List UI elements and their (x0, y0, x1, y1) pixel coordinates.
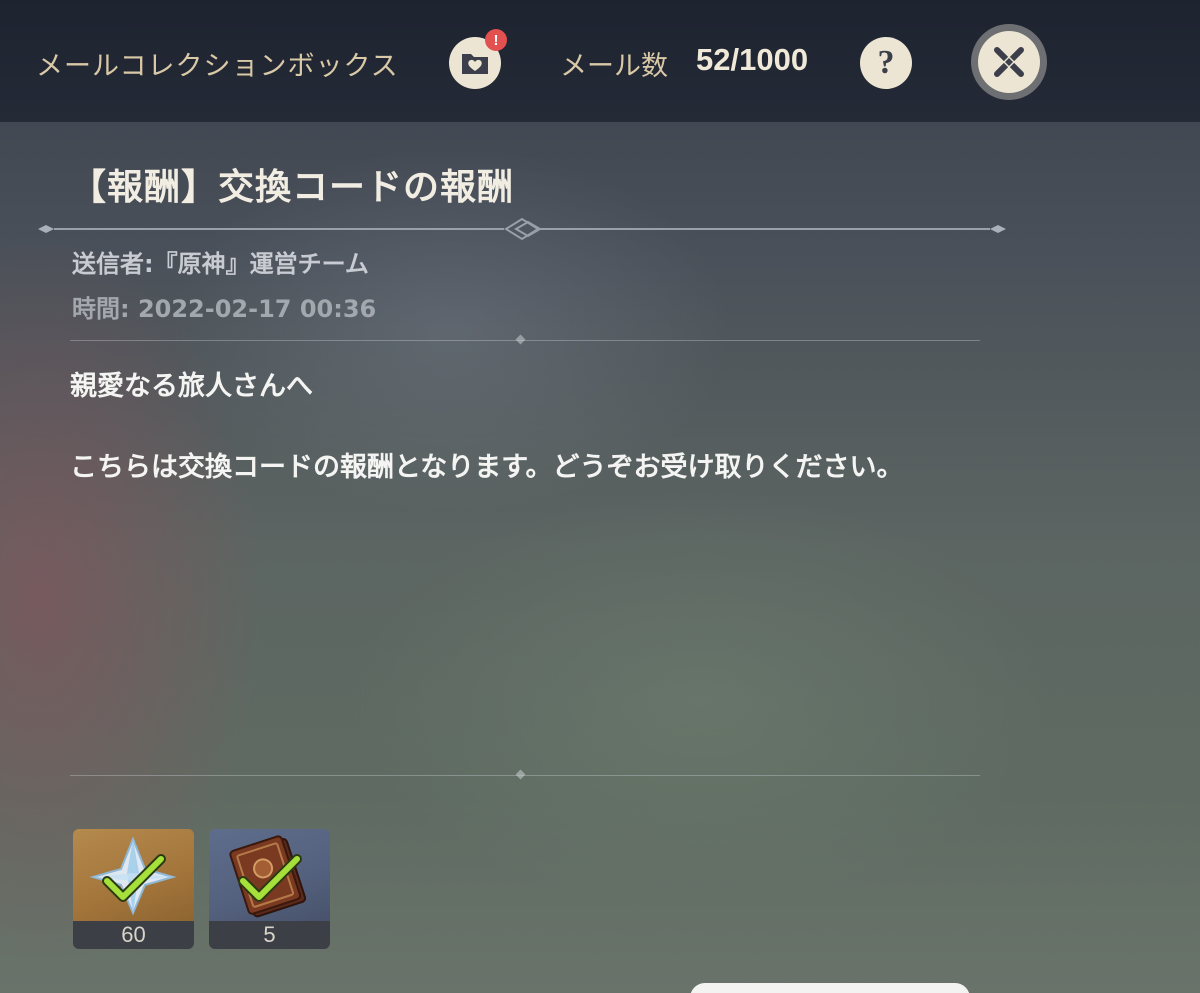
divider-diamond (515, 769, 526, 780)
reward-item-primogem[interactable]: 60 (73, 829, 194, 949)
mail-count-value: 52/1000 (696, 42, 809, 77)
question-icon: ? (877, 44, 895, 81)
reward-count: 60 (73, 921, 194, 949)
top-bar: メールコレクションボックス ! メール数 52/1000 ? (0, 0, 1200, 122)
primogem-icon (89, 836, 177, 916)
mail-collection-title: メールコレクションボックス (36, 51, 399, 82)
header-divider (70, 340, 980, 341)
close-icon (994, 47, 1024, 77)
folder-heart-icon (462, 54, 488, 74)
collection-box-button[interactable]: ! (449, 29, 507, 89)
mail-count-label: メール数 (560, 51, 668, 82)
notification-badge: ! (485, 29, 507, 51)
content-divider (70, 775, 980, 776)
reward-count: 5 (209, 921, 330, 949)
heros-wit-icon (229, 835, 307, 918)
reward-item-heros-wit[interactable]: 5 (209, 829, 330, 949)
mail-greeting: 親愛なる旅人さんへ (70, 371, 313, 402)
mail-body: こちらは交換コードの報酬となります。どうぞお受け取りください。 (70, 452, 904, 483)
close-button[interactable] (971, 24, 1047, 100)
mail-time: 時間: 2022-02-17 00:36 (72, 295, 377, 323)
mail-title: 【報酬】交換コードの報酬 (70, 167, 515, 208)
help-button[interactable]: ? (860, 37, 912, 89)
divider-diamond (515, 334, 526, 345)
title-ornament-divider (38, 217, 1006, 241)
bottom-action-button[interactable] (690, 983, 970, 993)
mail-sender: 送信者:『原神』運営チーム (72, 250, 369, 278)
